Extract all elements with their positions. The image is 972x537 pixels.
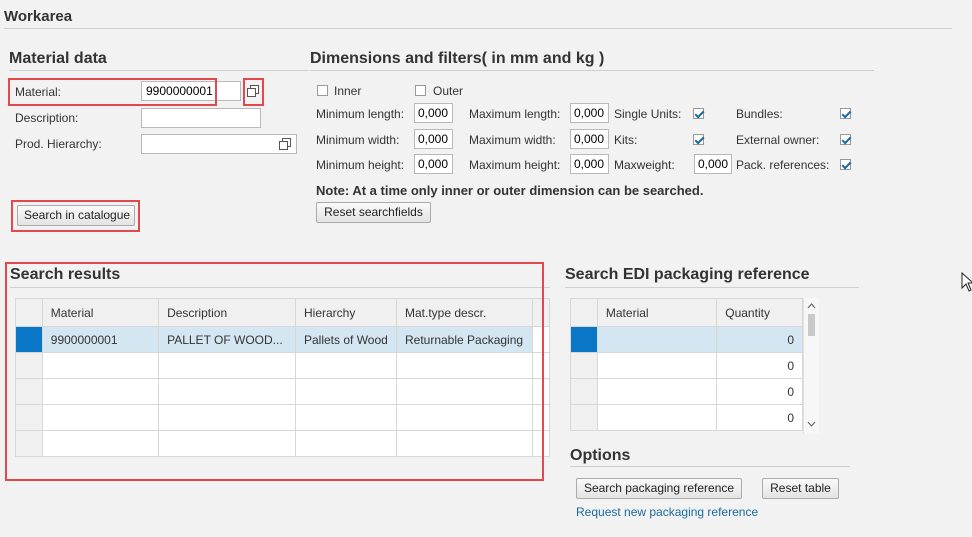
cell-material[interactable] [596,352,718,379]
row-selector[interactable] [570,352,598,379]
prod-hierarchy-help-icon[interactable] [279,138,291,150]
column-header-material[interactable]: Material [596,298,718,327]
mouse-cursor-icon [961,272,972,292]
table-row[interactable]: 0 [570,326,803,353]
dimensions-title: Dimensions and filters( in mm and kg ) [310,50,605,67]
cell-quantity[interactable]: 0 [716,378,803,405]
min-length-input[interactable]: 0,000 [414,103,453,123]
table-row[interactable]: 0 [570,352,803,379]
material-data-divider [9,70,309,71]
cell-quantity[interactable]: 0 [716,404,803,431]
max-height-input[interactable]: 0,000 [570,154,609,174]
bundles-label: Bundles: [736,107,783,121]
dimensions-note: Note: At a time only inner or outer dime… [316,183,704,198]
prod-hierarchy-input[interactable] [141,134,297,154]
maxweight-input[interactable]: 0,000 [694,154,732,174]
outer-checkbox[interactable] [415,85,426,96]
prod-hierarchy-label: Prod. Hierarchy: [15,137,102,151]
row-selector[interactable] [570,378,598,405]
search-results-highlight [5,262,544,481]
external-owner-checkbox[interactable] [840,134,851,145]
max-length-input[interactable]: 0,000 [570,103,609,123]
kits-label: Kits: [614,133,638,147]
cell-material[interactable] [596,378,718,405]
max-height-label: Maximum height: [469,158,561,172]
edi-table: Material Quantity 0 0 0 0 [570,298,803,431]
inner-checkbox[interactable] [317,85,328,96]
workarea-divider [4,28,952,29]
single-units-label: Single Units: [614,107,682,121]
cell-quantity[interactable]: 0 [716,352,803,379]
min-length-label: Minimum length: [316,107,405,121]
reset-table-button[interactable]: Reset table [762,478,839,499]
dimensions-divider [310,70,874,71]
table-row[interactable]: 0 [570,378,803,405]
pack-references-checkbox[interactable] [840,159,851,170]
external-owner-label: External owner: [736,133,820,147]
reset-searchfields-button[interactable]: Reset searchfields [316,202,431,223]
search-button-highlight [11,200,140,232]
material-data-title: Material data [9,50,107,67]
row-selector[interactable] [570,404,598,431]
edi-divider [565,287,859,288]
column-header-quantity[interactable]: Quantity [716,298,803,327]
cell-material[interactable] [596,326,718,353]
options-title: Options [570,447,631,464]
max-width-label: Maximum width: [469,133,556,147]
cell-quantity[interactable]: 0 [716,326,803,353]
table-row[interactable]: 0 [570,404,803,431]
workarea-title: Workarea [4,8,73,25]
min-height-input[interactable]: 0,000 [414,154,453,174]
min-height-label: Minimum height: [316,158,405,172]
maxweight-label: Maxweight: [614,158,675,172]
inner-label: Inner [334,84,362,98]
request-new-packaging-reference-link[interactable]: Request new packaging reference [576,505,758,519]
edi-title: Search EDI packaging reference [565,266,810,283]
select-all-cell[interactable] [570,298,598,327]
edi-scrollbar[interactable] [803,298,819,434]
bundles-checkbox[interactable] [840,108,851,119]
single-units-checkbox[interactable] [693,108,704,119]
cell-material[interactable] [596,404,718,431]
min-width-label: Minimum width: [316,133,400,147]
max-length-label: Maximum length: [469,107,561,121]
value-help-highlight [243,78,264,106]
outer-label: Outer [433,84,464,98]
max-width-input[interactable]: 0,000 [570,129,609,149]
options-divider [570,466,850,467]
pack-references-label: Pack. references: [736,158,830,172]
scrollbar-arrows-icon [807,303,816,427]
row-selector[interactable] [570,326,598,353]
description-label: Description: [15,111,79,125]
search-packaging-reference-button[interactable]: Search packaging reference [576,478,742,499]
kits-checkbox[interactable] [693,134,704,145]
material-highlight [8,78,217,106]
description-input[interactable] [141,108,261,128]
min-width-input[interactable]: 0,000 [414,129,453,149]
